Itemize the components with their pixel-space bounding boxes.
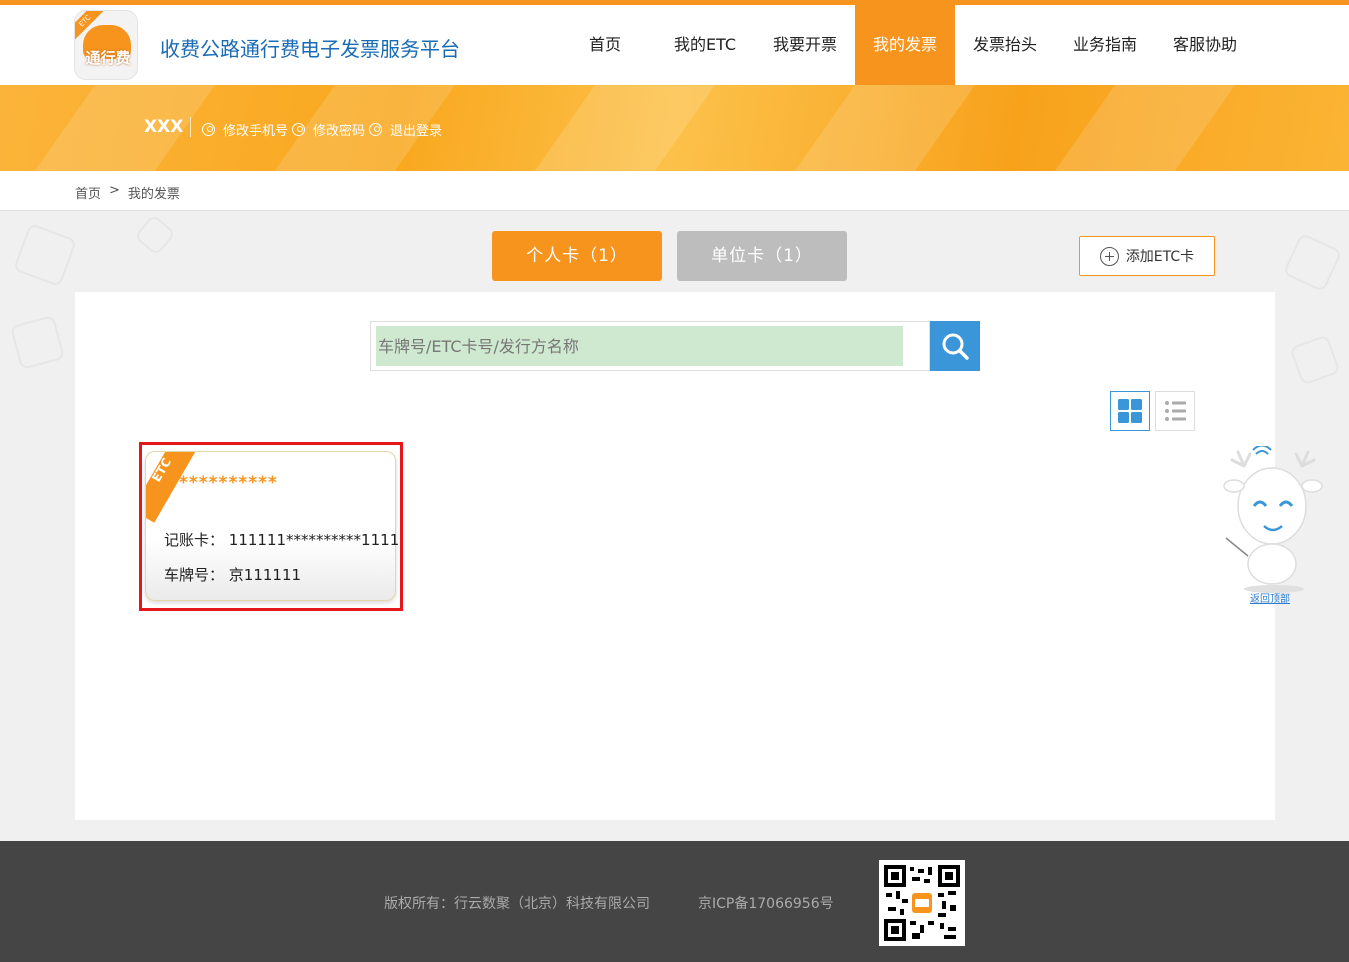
back-to-top-link[interactable]: 返回顶部 <box>1250 590 1290 605</box>
person-icon <box>292 123 306 136</box>
user-links: 修改手机号 修改密码 退出登录 <box>202 120 446 139</box>
card-holder-name: ********** <box>179 473 278 493</box>
card-number-row: 记账卡： 111111**********1111 <box>164 529 399 550</box>
tab-personal-card[interactable]: 个人卡（1） <box>492 231 662 281</box>
qr-code-icon <box>884 865 960 941</box>
site-title: 收费公路通行费电子发票服务平台 <box>160 37 460 61</box>
list-view-button[interactable] <box>1155 391 1195 431</box>
footer-copyright: 版权所有：行云数聚（北京）科技有限公司 <box>384 896 650 912</box>
user-banner: XXX 修改手机号 修改密码 退出登录 <box>0 85 1349 171</box>
change-phone-link[interactable]: 修改手机号 <box>202 120 288 139</box>
header: ETC 通行费 收费公路通行费电子发票服务平台 首页 我的ETC 我要开票 我的… <box>0 5 1349 85</box>
plus-circle-icon <box>1099 246 1119 266</box>
change-password-link[interactable]: 修改密码 <box>292 120 365 139</box>
bg-decoration <box>1282 232 1343 293</box>
change-phone-label: 修改手机号 <box>223 124 289 139</box>
nav-item-invoice-title[interactable]: 发票抬头 <box>955 5 1055 85</box>
card-plate-label: 车牌号： <box>164 566 225 584</box>
nav-item-support[interactable]: 客服协助 <box>1155 5 1255 85</box>
banner-stripe <box>1016 85 1264 171</box>
logout-label: 退出登录 <box>390 124 443 139</box>
search-icon <box>942 333 969 360</box>
nav-item-my-etc[interactable]: 我的ETC <box>655 5 755 85</box>
card-plate-value: 京111111 <box>228 566 302 584</box>
back-to-top-mascot[interactable] <box>1222 444 1326 604</box>
nav-item-issue-invoice[interactable]: 我要开票 <box>755 5 855 85</box>
nav-item-guide[interactable]: 业务指南 <box>1055 5 1155 85</box>
user-divider <box>190 117 191 137</box>
search-input[interactable] <box>376 326 903 366</box>
nav-item-my-invoices[interactable]: 我的发票 <box>855 5 955 85</box>
username: XXX <box>144 117 184 137</box>
site-logo[interactable]: ETC 通行费 <box>74 10 138 80</box>
banner-stripe <box>496 85 744 171</box>
add-etc-card-label: 添加ETC卡 <box>1125 249 1195 265</box>
banner-stripe <box>756 85 1004 171</box>
logout-link[interactable]: 退出登录 <box>369 120 442 139</box>
logo-text: 通行费 <box>85 49 131 67</box>
add-etc-card-button[interactable]: 添加ETC卡 <box>1079 236 1215 276</box>
card-number-label: 记账卡： <box>164 531 225 549</box>
breadcrumb-bar: 首页 > 我的发票 <box>0 171 1349 211</box>
qr-code <box>879 860 965 946</box>
bg-decoration <box>1289 334 1341 386</box>
person-icon <box>369 123 383 136</box>
bg-decoration <box>9 314 66 371</box>
card-plate-row: 车牌号： 京111111 <box>164 564 301 585</box>
breadcrumb-separator: > <box>109 183 120 198</box>
breadcrumb-home[interactable]: 首页 <box>75 183 101 202</box>
bg-decoration <box>12 222 78 288</box>
person-icon <box>202 123 215 136</box>
search-box <box>370 321 930 371</box>
main-nav: 首页 我的ETC 我要开票 我的发票 发票抬头 业务指南 客服协助 <box>555 5 1255 85</box>
search-button[interactable] <box>930 321 980 371</box>
grid-view-button[interactable] <box>1110 391 1150 431</box>
footer-icp[interactable]: 京ICP备17066956号 <box>698 893 834 913</box>
deer-mascot-icon <box>1223 444 1323 593</box>
breadcrumb: 首页 > 我的发票 <box>75 183 188 202</box>
card-number-value: 111111**********1111 <box>228 531 400 549</box>
bg-decoration <box>133 213 177 257</box>
list-view-icon <box>1165 401 1186 421</box>
breadcrumb-current: 我的发票 <box>127 187 180 202</box>
tab-company-card[interactable]: 单位卡（1） <box>677 231 847 281</box>
grid-view-icon <box>1118 399 1142 423</box>
change-password-label: 修改密码 <box>313 124 366 139</box>
footer: 版权所有：行云数聚（北京）科技有限公司 京ICP备17066956号 <box>0 841 1349 962</box>
nav-item-home[interactable]: 首页 <box>555 5 655 85</box>
